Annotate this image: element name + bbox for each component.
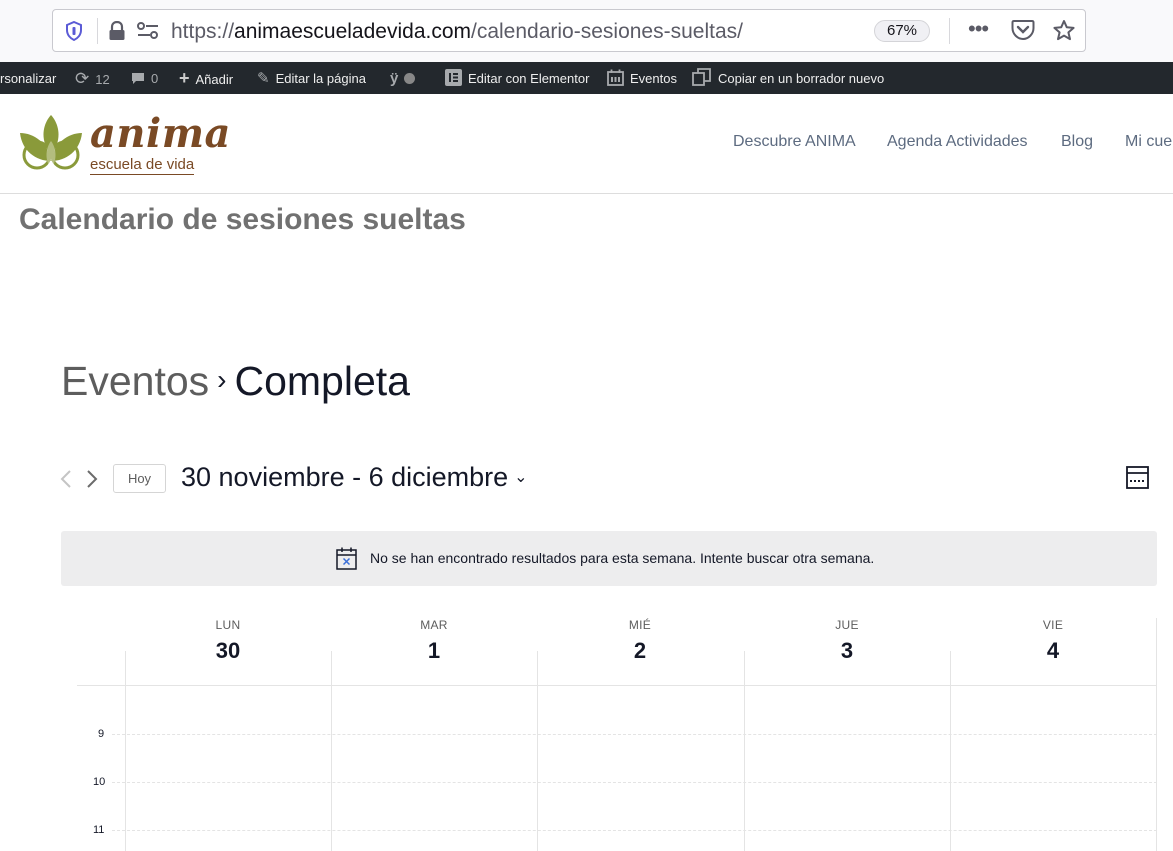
url-separator bbox=[949, 18, 950, 44]
next-week-button[interactable] bbox=[86, 468, 98, 496]
grid-column-line bbox=[125, 651, 126, 851]
breadcrumb: Eventos › Completa bbox=[61, 358, 410, 405]
nav-agenda-actividades[interactable]: Agenda Actividades bbox=[887, 133, 1028, 151]
updates-icon: ⟳ bbox=[75, 69, 90, 88]
url-text[interactable]: https://animaescueladevida.com/calendari… bbox=[171, 20, 743, 44]
permissions-icon[interactable] bbox=[136, 21, 160, 46]
star-icon[interactable] bbox=[1052, 19, 1076, 48]
seo-status-dot bbox=[404, 73, 416, 84]
nav-descubre-anima[interactable]: Descubre ANIMA bbox=[733, 133, 856, 151]
day-header[interactable]: LUN 30 bbox=[125, 618, 331, 664]
view-selector-icon[interactable] bbox=[1126, 465, 1149, 490]
hour-label: 9 bbox=[98, 728, 105, 740]
grid-column-line bbox=[537, 651, 538, 851]
grid-column-line bbox=[950, 651, 951, 851]
hour-label: 10 bbox=[93, 776, 106, 788]
grid-column-line bbox=[744, 651, 745, 851]
logo-tagline: escuela de vida bbox=[90, 156, 195, 175]
chevron-left-icon bbox=[60, 470, 71, 488]
copy-draft-link[interactable]: Copiar en un borrador nuevo bbox=[692, 62, 884, 94]
pencil-icon: ✎ bbox=[257, 70, 270, 87]
hour-label: 11 bbox=[93, 824, 105, 836]
pocket-icon[interactable] bbox=[1011, 19, 1035, 47]
copy-icon bbox=[692, 62, 712, 95]
updates-link[interactable]: ⟳ 12 bbox=[75, 62, 110, 94]
lock-icon[interactable] bbox=[108, 20, 126, 46]
yoast-menu[interactable]: ÿ bbox=[390, 62, 416, 94]
day-header[interactable]: VIE 4 bbox=[950, 618, 1156, 664]
logo-wordmark: anima bbox=[90, 110, 231, 157]
hour-line bbox=[112, 734, 1157, 735]
date-range-picker[interactable]: 30 noviembre - 6 diciembre ⌄ bbox=[181, 462, 528, 493]
comment-icon bbox=[131, 62, 145, 95]
prev-week-button[interactable] bbox=[60, 468, 72, 496]
url-separator bbox=[97, 18, 98, 44]
calendar-icon bbox=[607, 62, 624, 95]
notice-text: No se han encontrado resultados para est… bbox=[370, 550, 875, 566]
page-title: Calendario de sesiones sueltas bbox=[19, 203, 466, 236]
breadcrumb-current: Completa bbox=[234, 358, 410, 404]
day-header[interactable]: JUE 3 bbox=[744, 618, 950, 664]
site-header: anima escuela de vida Descubre ANIMA Age… bbox=[0, 94, 1173, 194]
edit-page-link[interactable]: ✎ Editar la página bbox=[257, 62, 366, 94]
breadcrumb-events-link[interactable]: Eventos bbox=[61, 358, 209, 404]
wp-admin-bar: rsonalizar ⟳ 12 0 + Añadir ✎ Editar la pági… bbox=[0, 62, 1173, 94]
site-logo[interactable]: anima escuela de vida bbox=[18, 108, 230, 178]
nav-mi-cuenta[interactable]: Mi cue bbox=[1125, 133, 1172, 151]
customize-link[interactable]: rsonalizar bbox=[0, 62, 56, 94]
nav-blog[interactable]: Blog bbox=[1061, 133, 1093, 151]
no-results-notice: No se han encontrado resultados para est… bbox=[61, 531, 1157, 586]
chevron-right-icon bbox=[87, 470, 98, 488]
shield-icon[interactable] bbox=[65, 20, 83, 46]
yoast-icon: ÿ bbox=[390, 70, 399, 87]
day-header[interactable]: MIÉ 2 bbox=[537, 618, 743, 664]
elementor-link[interactable]: Editar con Elementor bbox=[445, 62, 589, 94]
grid-divider bbox=[77, 685, 1157, 686]
events-link[interactable]: Eventos bbox=[607, 62, 677, 94]
elementor-icon bbox=[445, 62, 462, 95]
comments-link[interactable]: 0 bbox=[131, 62, 158, 94]
zoom-level-button[interactable]: 67% bbox=[874, 20, 930, 42]
browser-toolbar: https://animaescueladevida.com/calendari… bbox=[0, 0, 1173, 62]
chevron-right-icon: › bbox=[217, 364, 227, 395]
plus-icon: + bbox=[179, 68, 190, 88]
add-new-link[interactable]: + Añadir bbox=[179, 62, 233, 94]
more-icon[interactable]: ••• bbox=[968, 16, 989, 42]
calendar-x-icon bbox=[336, 547, 357, 570]
hour-line bbox=[112, 782, 1157, 783]
lotus-logo-icon bbox=[20, 115, 82, 170]
hour-line bbox=[112, 830, 1157, 831]
today-button[interactable]: Hoy bbox=[113, 464, 166, 493]
grid-column-line bbox=[331, 651, 332, 851]
day-header[interactable]: MAR 1 bbox=[331, 618, 537, 664]
chevron-down-icon: ⌄ bbox=[514, 469, 528, 486]
url-bar[interactable]: https://animaescueladevida.com/calendari… bbox=[52, 9, 1086, 52]
